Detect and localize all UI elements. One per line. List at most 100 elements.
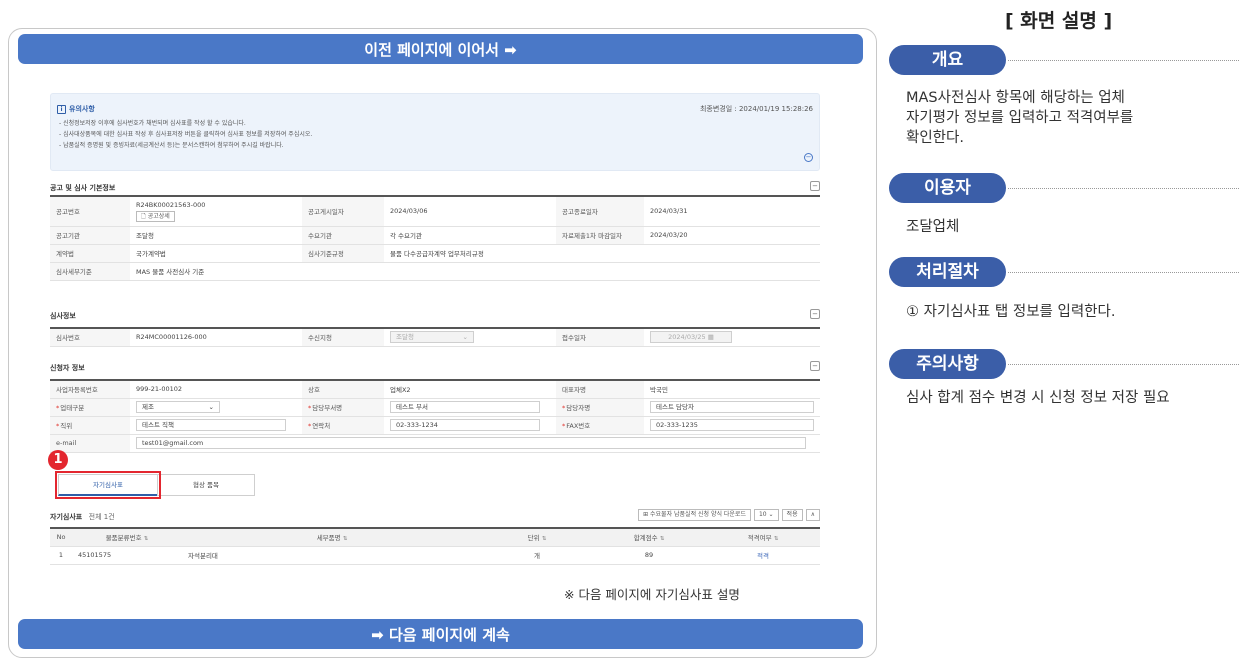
label: 공고게시일자	[302, 195, 384, 227]
eligibility[interactable]: 적격	[706, 545, 820, 565]
phone-input[interactable]: 02-333-1234	[390, 419, 540, 431]
office-select[interactable]: 조달청 ⌄	[390, 331, 474, 344]
end-date: 2024/03/31	[644, 195, 820, 227]
calendar-icon: ▦	[707, 333, 714, 342]
column-header[interactable]: 단위 ⇅	[482, 527, 592, 547]
divider	[1008, 364, 1239, 365]
label: FAX번호	[556, 415, 644, 435]
notice-line: - 심사대상품목에 대한 심사표 작성 후 심사표저장 버튼을 클릭하여 심사표…	[59, 131, 313, 138]
label: 담당부서명	[302, 397, 384, 417]
sort-icon: ⇅	[659, 536, 665, 543]
procedure-text: ① 자기심사표 탭 정보를 입력한다.	[906, 304, 1116, 320]
label: 수요기관	[302, 225, 384, 245]
review-rule: 물품 다수공급자계약 업무처리규정	[384, 243, 820, 263]
notice-box: i 유의사항 최종변경일 : 2024/01/19 15:28:26 - 신청정보…	[50, 93, 820, 171]
chevron-down-icon: ⌄	[208, 403, 214, 411]
tab-highlight-box	[55, 471, 161, 499]
manager-input[interactable]: 테스트 담당자	[650, 401, 814, 413]
last-updated: 최종변경일 : 2024/01/19 15:28:26	[699, 105, 813, 113]
sort-icon: ⇅	[541, 536, 547, 543]
business-type-select[interactable]: 제조 ⌄	[136, 401, 220, 413]
fax-input[interactable]: 02-333-1235	[650, 419, 814, 431]
ceo-name: 박국민	[644, 379, 820, 399]
continued-banner: 이전 페이지에 이어서 ➡	[18, 34, 863, 64]
collapse-icon[interactable]: −	[810, 181, 820, 191]
label: 사업자등록번호	[50, 379, 130, 399]
label: 직위	[50, 415, 130, 435]
review-no: R24MC00001126-000	[130, 327, 302, 347]
announcement-detail-button[interactable]: 🗋 공고상세	[136, 210, 175, 222]
row-no: 1	[50, 545, 72, 565]
label: 업태구분	[50, 397, 130, 417]
continue-banner: ➡ 다음 페이지에 계속	[18, 619, 863, 649]
divider	[1008, 60, 1239, 61]
download-form-button[interactable]: ⊞ 수요물자 납품실적 신청 양식 다운로드	[638, 509, 751, 521]
notice-title: i 유의사항	[57, 104, 95, 114]
chevron-down-icon: ⌄	[462, 333, 468, 342]
column-header[interactable]: 물품분류번호 ⇅	[72, 527, 182, 547]
sort-icon: ⇅	[342, 536, 348, 543]
contract-law: 국가계약법	[130, 243, 302, 263]
apply-button[interactable]: 적용	[781, 509, 803, 521]
table-row[interactable]: 1 45101575 자석분리대 개 89 적격	[50, 545, 820, 565]
label: 담당자명	[556, 397, 644, 417]
item-code: 45101575	[72, 545, 182, 565]
footnote: ※ 다음 페이지에 자기심사표 설명	[564, 587, 740, 602]
collapse-icon[interactable]: −	[804, 153, 813, 162]
self-review-table: No 물품분류번호 ⇅ 세부품명 ⇅ 단위 ⇅ 합계점수 ⇅ 적격여부 ⇅ 1 …	[50, 527, 820, 565]
notice-line: - 신청정보저장 이후에 심사번호가 채번되며 심사표를 작성 할 수 있습니다…	[59, 120, 246, 127]
biz-no: 999-21-00102	[130, 379, 302, 399]
position-input[interactable]: 테스트 직책	[136, 419, 286, 431]
section-title-announcement: 공고 및 심사 기본정보	[50, 184, 116, 192]
overview-text: MAS사전심사 항목에 해당하는 업체 자기평가 정보를 입력하고 적격여부를 …	[906, 90, 1134, 146]
email-input[interactable]: test01@gmail.com	[136, 437, 806, 449]
label: 상호	[302, 379, 384, 399]
receipt-date-field[interactable]: 2024/03/25 ▦	[650, 331, 732, 344]
collapse-icon[interactable]: ∧	[805, 509, 820, 521]
pill-users: 이용자	[889, 173, 1006, 203]
label: 계약법	[50, 243, 130, 263]
review-criteria: MAS 물품 사전심사 기준	[130, 261, 820, 281]
announcement-no: R24BK00021563-000 🗋 공고상세	[130, 195, 302, 227]
column-header[interactable]: 세부품명 ⇅	[182, 527, 482, 547]
label: 연락처	[302, 415, 384, 435]
announcement-table: 공고번호 R24BK00021563-000 🗋 공고상세 공고게시일자 2024…	[50, 195, 820, 281]
label: 공고기관	[50, 225, 130, 245]
label: 공고종료일자	[556, 195, 644, 227]
label: 심사번호	[50, 327, 130, 347]
tab-negotiation-items[interactable]: 협상 품목	[157, 474, 255, 496]
step-marker: 1	[48, 450, 68, 470]
collapse-icon[interactable]: −	[810, 309, 820, 319]
label: 심사기준규정	[302, 243, 384, 263]
sort-icon: ⇅	[143, 536, 149, 543]
pill-overview: 개요	[889, 45, 1006, 75]
total-score: 89	[592, 545, 706, 565]
collapse-icon[interactable]: −	[810, 361, 820, 371]
section-title-applicant: 신청자 정보	[50, 364, 85, 372]
item-name: 자석분리대	[182, 545, 482, 565]
company-name: 업체X2	[384, 379, 556, 399]
page-size-select[interactable]: 10 ⌄	[753, 509, 779, 521]
column-header: No	[50, 527, 72, 547]
pill-caution: 주의사항	[889, 349, 1006, 379]
label: 공고번호	[50, 195, 130, 227]
sort-icon: ⇅	[773, 536, 779, 543]
column-header[interactable]: 적격여부 ⇅	[706, 527, 820, 547]
screen-capture: i 유의사항 최종변경일 : 2024/01/19 15:28:26 - 신청정보…	[50, 85, 826, 605]
divider	[1008, 272, 1239, 273]
table-toolbar: ⊞ 수요물자 납품실적 신청 양식 다운로드 10 ⌄ 적용 ∧	[638, 509, 820, 521]
pill-procedure: 처리절차	[889, 257, 1006, 287]
post-date: 2024/03/06	[384, 195, 556, 227]
self-review-title: 자기심사표 전체 1건	[50, 513, 115, 521]
department-input[interactable]: 테스트 부서	[390, 401, 540, 413]
users-text: 조달업체	[906, 219, 960, 235]
divider	[1008, 188, 1239, 189]
caution-text: 심사 합계 점수 변경 시 신청 정보 저장 필요	[906, 390, 1170, 406]
label: 접수일자	[556, 327, 644, 347]
deadline: 2024/03/20	[644, 225, 820, 245]
column-header[interactable]: 합계점수 ⇅	[592, 527, 706, 547]
label: 자료제출1차 마감일자	[556, 225, 644, 245]
notice-line: - 납품실적 증명원 및 증빙자료(세금계산서 등)는 문서스캔하여 첨부하여 …	[59, 142, 284, 149]
item-unit: 개	[482, 545, 592, 565]
review-table: 심사번호 R24MC00001126-000 수신지청 조달청 ⌄ 접수일자 20…	[50, 327, 820, 347]
